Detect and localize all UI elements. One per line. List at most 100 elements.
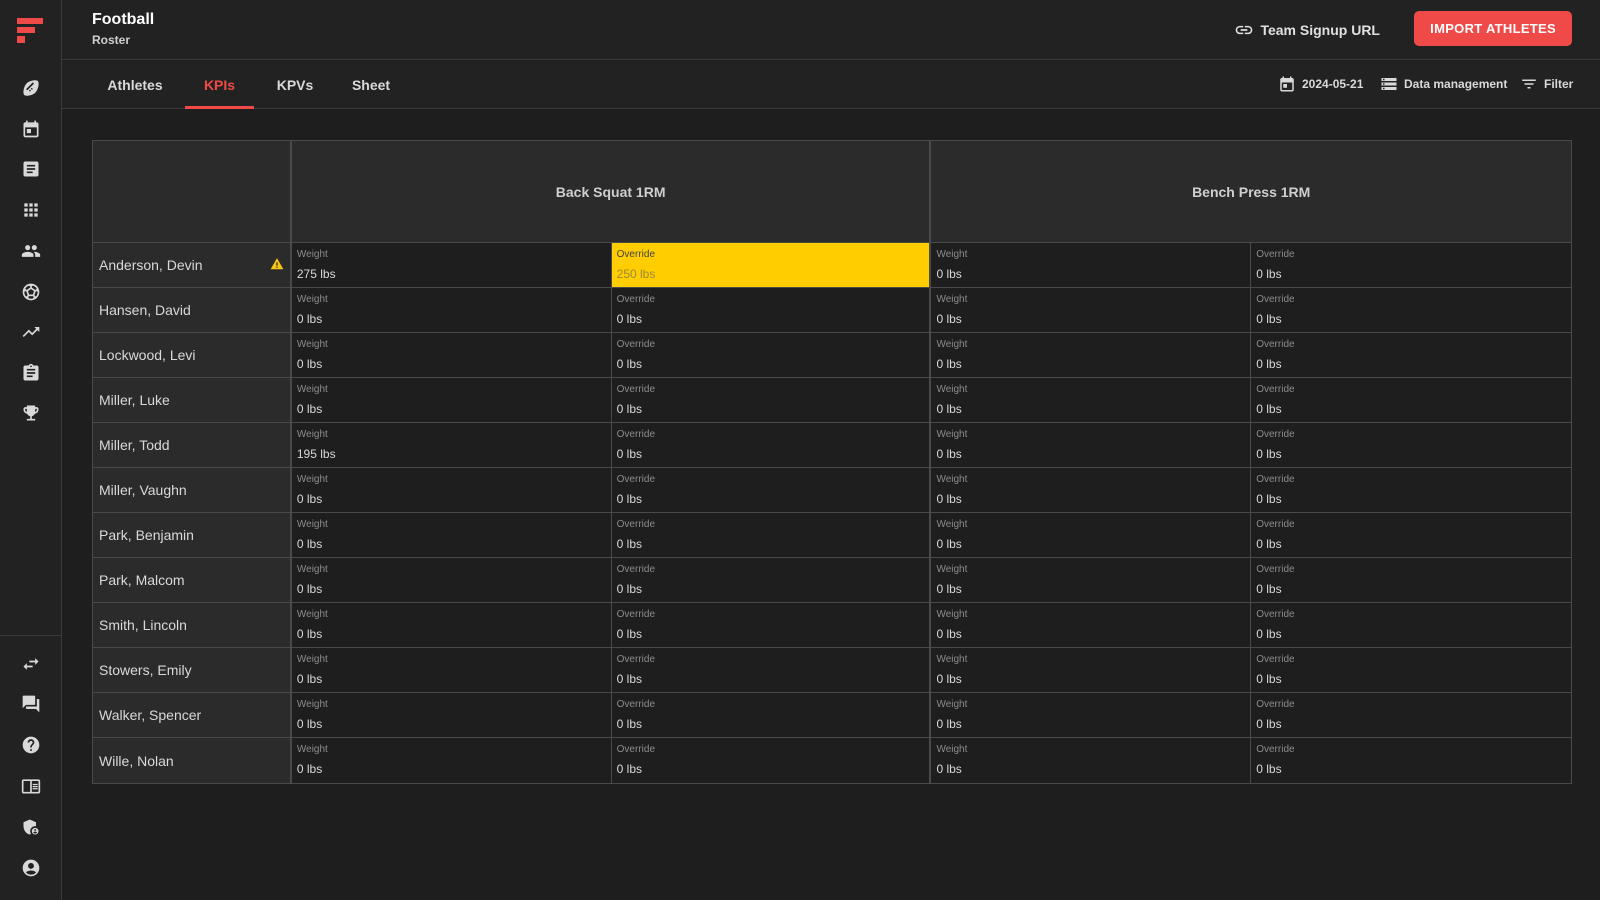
weight-value-cell[interactable]: Weight 0 lbs xyxy=(931,243,1252,287)
trending-icon[interactable] xyxy=(19,320,43,344)
warning-icon[interactable] xyxy=(270,257,284,274)
override-value-cell[interactable]: Override 0 lbs xyxy=(1251,243,1571,287)
athlete-name-cell[interactable]: Park, Benjamin xyxy=(93,513,292,557)
override-value-cell[interactable]: Override 0 lbs xyxy=(1251,693,1571,737)
override-value-cell[interactable]: Override 0 lbs xyxy=(1251,513,1571,557)
athlete-name-cell[interactable]: Miller, Vaughn xyxy=(93,468,292,512)
tab-kpvs[interactable]: KPVs xyxy=(260,61,330,109)
football-icon[interactable] xyxy=(19,76,43,100)
date-picker[interactable]: 2024-05-21 xyxy=(1278,75,1363,93)
override-value: 0 lbs xyxy=(616,717,643,731)
chat-icon[interactable] xyxy=(19,692,43,716)
tab-athletes[interactable]: Athletes xyxy=(94,61,176,109)
override-value-cell[interactable]: Override 0 lbs xyxy=(1251,288,1571,332)
override-value-cell[interactable]: Override 0 lbs xyxy=(612,693,932,737)
override-value-cell[interactable]: Override 0 lbs xyxy=(612,513,932,557)
override-value-cell[interactable]: Override 0 lbs xyxy=(1251,468,1571,512)
override-label: Override xyxy=(1256,654,1295,665)
weight-value-cell[interactable]: Weight 0 lbs xyxy=(931,558,1252,602)
weight-value-cell[interactable]: Weight 0 lbs xyxy=(931,648,1252,692)
team-signup-url-link[interactable]: Team Signup URL xyxy=(1234,20,1380,40)
weight-value-cell[interactable]: Weight 0 lbs xyxy=(931,333,1252,377)
weight-value-cell[interactable]: Weight 0 lbs xyxy=(931,423,1252,467)
tab-kpis[interactable]: KPIs xyxy=(185,61,254,109)
weight-value-cell[interactable]: Weight 0 lbs xyxy=(931,513,1252,557)
override-value-cell[interactable]: Override 0 lbs xyxy=(612,288,932,332)
athlete-name-cell[interactable]: Miller, Todd xyxy=(93,423,292,467)
admin-shield-icon[interactable] xyxy=(19,815,43,839)
athlete-name-cell[interactable]: Park, Malcom xyxy=(93,558,292,602)
people-icon[interactable] xyxy=(19,239,43,263)
override-value-cell[interactable]: Override 0 lbs xyxy=(1251,333,1571,377)
override-value-cell[interactable]: Override 0 lbs xyxy=(1251,738,1571,783)
weight-value-cell[interactable]: Weight 275 lbs xyxy=(292,243,612,287)
weight-value-cell[interactable]: Weight 0 lbs xyxy=(292,333,612,377)
help-icon[interactable] xyxy=(19,733,43,757)
account-icon[interactable] xyxy=(19,856,43,880)
soccer-ball-icon[interactable] xyxy=(19,280,43,304)
override-value-cell[interactable]: Override 0 lbs xyxy=(612,738,932,783)
athlete-name-cell[interactable]: Anderson, Devin xyxy=(93,243,292,287)
weight-value: 0 lbs xyxy=(936,447,962,461)
athlete-name: Stowers, Emily xyxy=(99,662,192,678)
weight-value-cell[interactable]: Weight 0 lbs xyxy=(931,738,1252,783)
weight-value-cell[interactable]: Weight 0 lbs xyxy=(292,738,612,783)
athlete-name: Wille, Nolan xyxy=(99,752,174,769)
weight-value-cell[interactable]: Weight 0 lbs xyxy=(931,468,1252,512)
import-athletes-button[interactable]: IMPORT ATHLETES xyxy=(1414,11,1572,46)
notes-icon[interactable] xyxy=(19,157,43,181)
weight-value-cell[interactable]: Weight 0 lbs xyxy=(292,513,612,557)
weight-value-cell[interactable]: Weight 195 lbs xyxy=(292,423,612,467)
override-value-cell[interactable]: Override 0 lbs xyxy=(1251,423,1571,467)
weight-value: 0 lbs xyxy=(936,672,962,686)
athlete-name-cell[interactable]: Wille, Nolan xyxy=(93,738,292,783)
clipboard-icon[interactable] xyxy=(19,361,43,385)
override-value-cell[interactable]: Override 0 lbs xyxy=(612,468,932,512)
override-value-cell[interactable]: Override 0 lbs xyxy=(612,423,932,467)
weight-label: Weight xyxy=(296,474,328,485)
athlete-name-cell[interactable]: Stowers, Emily xyxy=(93,648,292,692)
athlete-name-cell[interactable]: Hansen, David xyxy=(93,288,292,332)
trophy-icon[interactable] xyxy=(19,401,43,425)
data-management-button[interactable]: Data management xyxy=(1380,75,1507,93)
weight-value-cell[interactable]: Weight 0 lbs xyxy=(292,558,612,602)
override-value-cell[interactable]: Override 0 lbs xyxy=(1251,603,1571,647)
override-value: 0 lbs xyxy=(1256,762,1282,776)
weight-value-cell[interactable]: Weight 0 lbs xyxy=(292,603,612,647)
override-value-cell[interactable]: Override 0 lbs xyxy=(1251,378,1571,422)
override-value: 0 lbs xyxy=(1256,357,1282,371)
override-value-cell[interactable]: Override 250 lbs xyxy=(611,243,932,287)
override-value: 250 lbs xyxy=(616,267,656,281)
override-value-cell[interactable]: Override 0 lbs xyxy=(612,378,932,422)
weight-value-cell[interactable]: Weight 0 lbs xyxy=(931,603,1252,647)
swap-icon[interactable] xyxy=(19,652,43,676)
override-value-cell[interactable]: Override 0 lbs xyxy=(1251,558,1571,602)
weight-value-cell[interactable]: Weight 0 lbs xyxy=(292,648,612,692)
athlete-name-cell[interactable]: Miller, Luke xyxy=(93,378,292,422)
override-value-cell[interactable]: Override 0 lbs xyxy=(612,333,932,377)
weight-value-cell[interactable]: Weight 0 lbs xyxy=(292,693,612,737)
override-value: 0 lbs xyxy=(1256,582,1282,596)
override-label: Override xyxy=(1256,519,1295,530)
tab-sheet[interactable]: Sheet xyxy=(336,61,406,109)
weight-value-cell[interactable]: Weight 0 lbs xyxy=(292,288,612,332)
weight-value-cell[interactable]: Weight 0 lbs xyxy=(292,468,612,512)
override-value-cell[interactable]: Override 0 lbs xyxy=(612,603,932,647)
weight-value: 0 lbs xyxy=(296,762,323,776)
calendar-icon[interactable] xyxy=(19,117,43,141)
brand-logo[interactable] xyxy=(14,16,48,46)
override-value-cell[interactable]: Override 0 lbs xyxy=(612,558,932,602)
filter-button[interactable]: Filter xyxy=(1520,75,1573,93)
table-row: Walker, Spencer Weight 0 lbs Override 0 lbs W… xyxy=(93,693,1571,738)
override-value-cell[interactable]: Override 0 lbs xyxy=(1251,648,1571,692)
weight-value-cell[interactable]: Weight 0 lbs xyxy=(931,288,1252,332)
weight-value-cell[interactable]: Weight 0 lbs xyxy=(931,693,1252,737)
library-icon[interactable] xyxy=(19,774,43,798)
weight-value-cell[interactable]: Weight 0 lbs xyxy=(931,378,1252,422)
apps-grid-icon[interactable] xyxy=(19,198,43,222)
override-value-cell[interactable]: Override 0 lbs xyxy=(612,648,932,692)
athlete-name-cell[interactable]: Smith, Lincoln xyxy=(93,603,292,647)
weight-value-cell[interactable]: Weight 0 lbs xyxy=(292,378,612,422)
athlete-name-cell[interactable]: Lockwood, Levi xyxy=(93,333,292,377)
athlete-name-cell[interactable]: Walker, Spencer xyxy=(93,693,292,737)
